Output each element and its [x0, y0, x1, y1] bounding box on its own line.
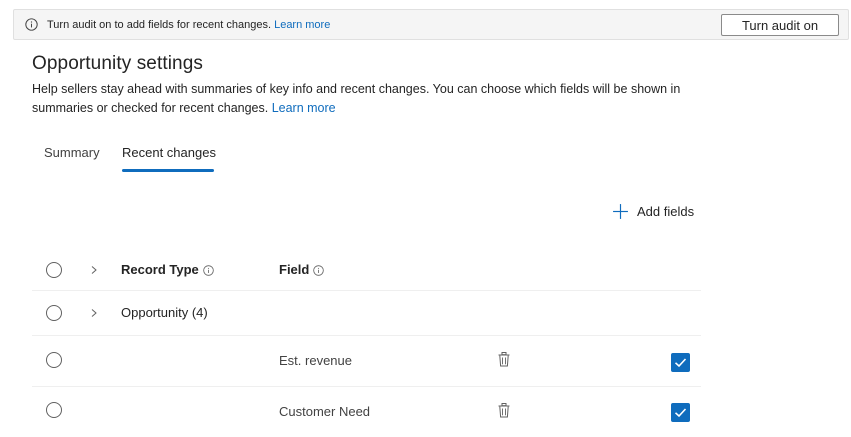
- banner-message-text: Turn audit on to add fields for recent c…: [47, 19, 272, 31]
- trash-icon[interactable]: [498, 403, 510, 418]
- record-type-column-header[interactable]: Record Type: [121, 262, 214, 278]
- turn-audit-on-button[interactable]: Turn audit on: [721, 14, 839, 36]
- field-name: Customer Need: [279, 404, 371, 419]
- field-header-label: Field: [279, 262, 310, 277]
- info-icon: [25, 18, 38, 31]
- table-row[interactable]: Customer Need: [32, 387, 701, 437]
- chevron-right-icon[interactable]: [90, 265, 98, 275]
- description-learn-more-link[interactable]: Learn more: [272, 101, 336, 115]
- page-description-text: Help sellers stay ahead with summaries o…: [32, 82, 681, 115]
- plus-icon: [613, 203, 628, 219]
- group-row-opportunity[interactable]: Opportunity (4): [32, 291, 701, 336]
- tab-recent-changes[interactable]: Recent changes: [122, 144, 216, 162]
- table-header-row: Record Type Field: [32, 249, 701, 291]
- row-select-radio[interactable]: [46, 352, 62, 368]
- checkmark-icon: [674, 408, 687, 418]
- record-type-header-label: Record Type: [121, 262, 199, 277]
- page-description: Help sellers stay ahead with summaries o…: [32, 80, 722, 118]
- include-field-checkbox[interactable]: [671, 353, 690, 372]
- info-icon: [313, 264, 325, 276]
- page-title: Opportunity settings: [32, 53, 203, 74]
- include-field-checkbox[interactable]: [671, 403, 690, 422]
- info-icon: [203, 264, 214, 276]
- chevron-right-icon[interactable]: [90, 308, 98, 318]
- table-row[interactable]: Est. revenue: [32, 336, 701, 387]
- checkmark-icon: [674, 358, 687, 368]
- trash-icon[interactable]: [498, 352, 510, 367]
- group-select-radio[interactable]: [46, 305, 62, 321]
- row-select-radio[interactable]: [46, 402, 62, 418]
- add-fields-button[interactable]: Add fields: [612, 201, 694, 221]
- field-column-header[interactable]: Field: [279, 262, 325, 278]
- select-all-radio[interactable]: [46, 262, 62, 278]
- group-label: Opportunity (4): [121, 305, 208, 320]
- selected-tab-indicator: [122, 169, 214, 172]
- audit-banner: Turn audit on to add fields for recent c…: [13, 9, 849, 40]
- tab-summary[interactable]: Summary: [44, 144, 100, 162]
- banner-message: Turn audit on to add fields for recent c…: [47, 18, 330, 32]
- add-fields-label: Add fields: [637, 203, 695, 219]
- field-name: Est. revenue: [279, 353, 352, 368]
- banner-learn-more-link[interactable]: Learn more: [274, 19, 330, 31]
